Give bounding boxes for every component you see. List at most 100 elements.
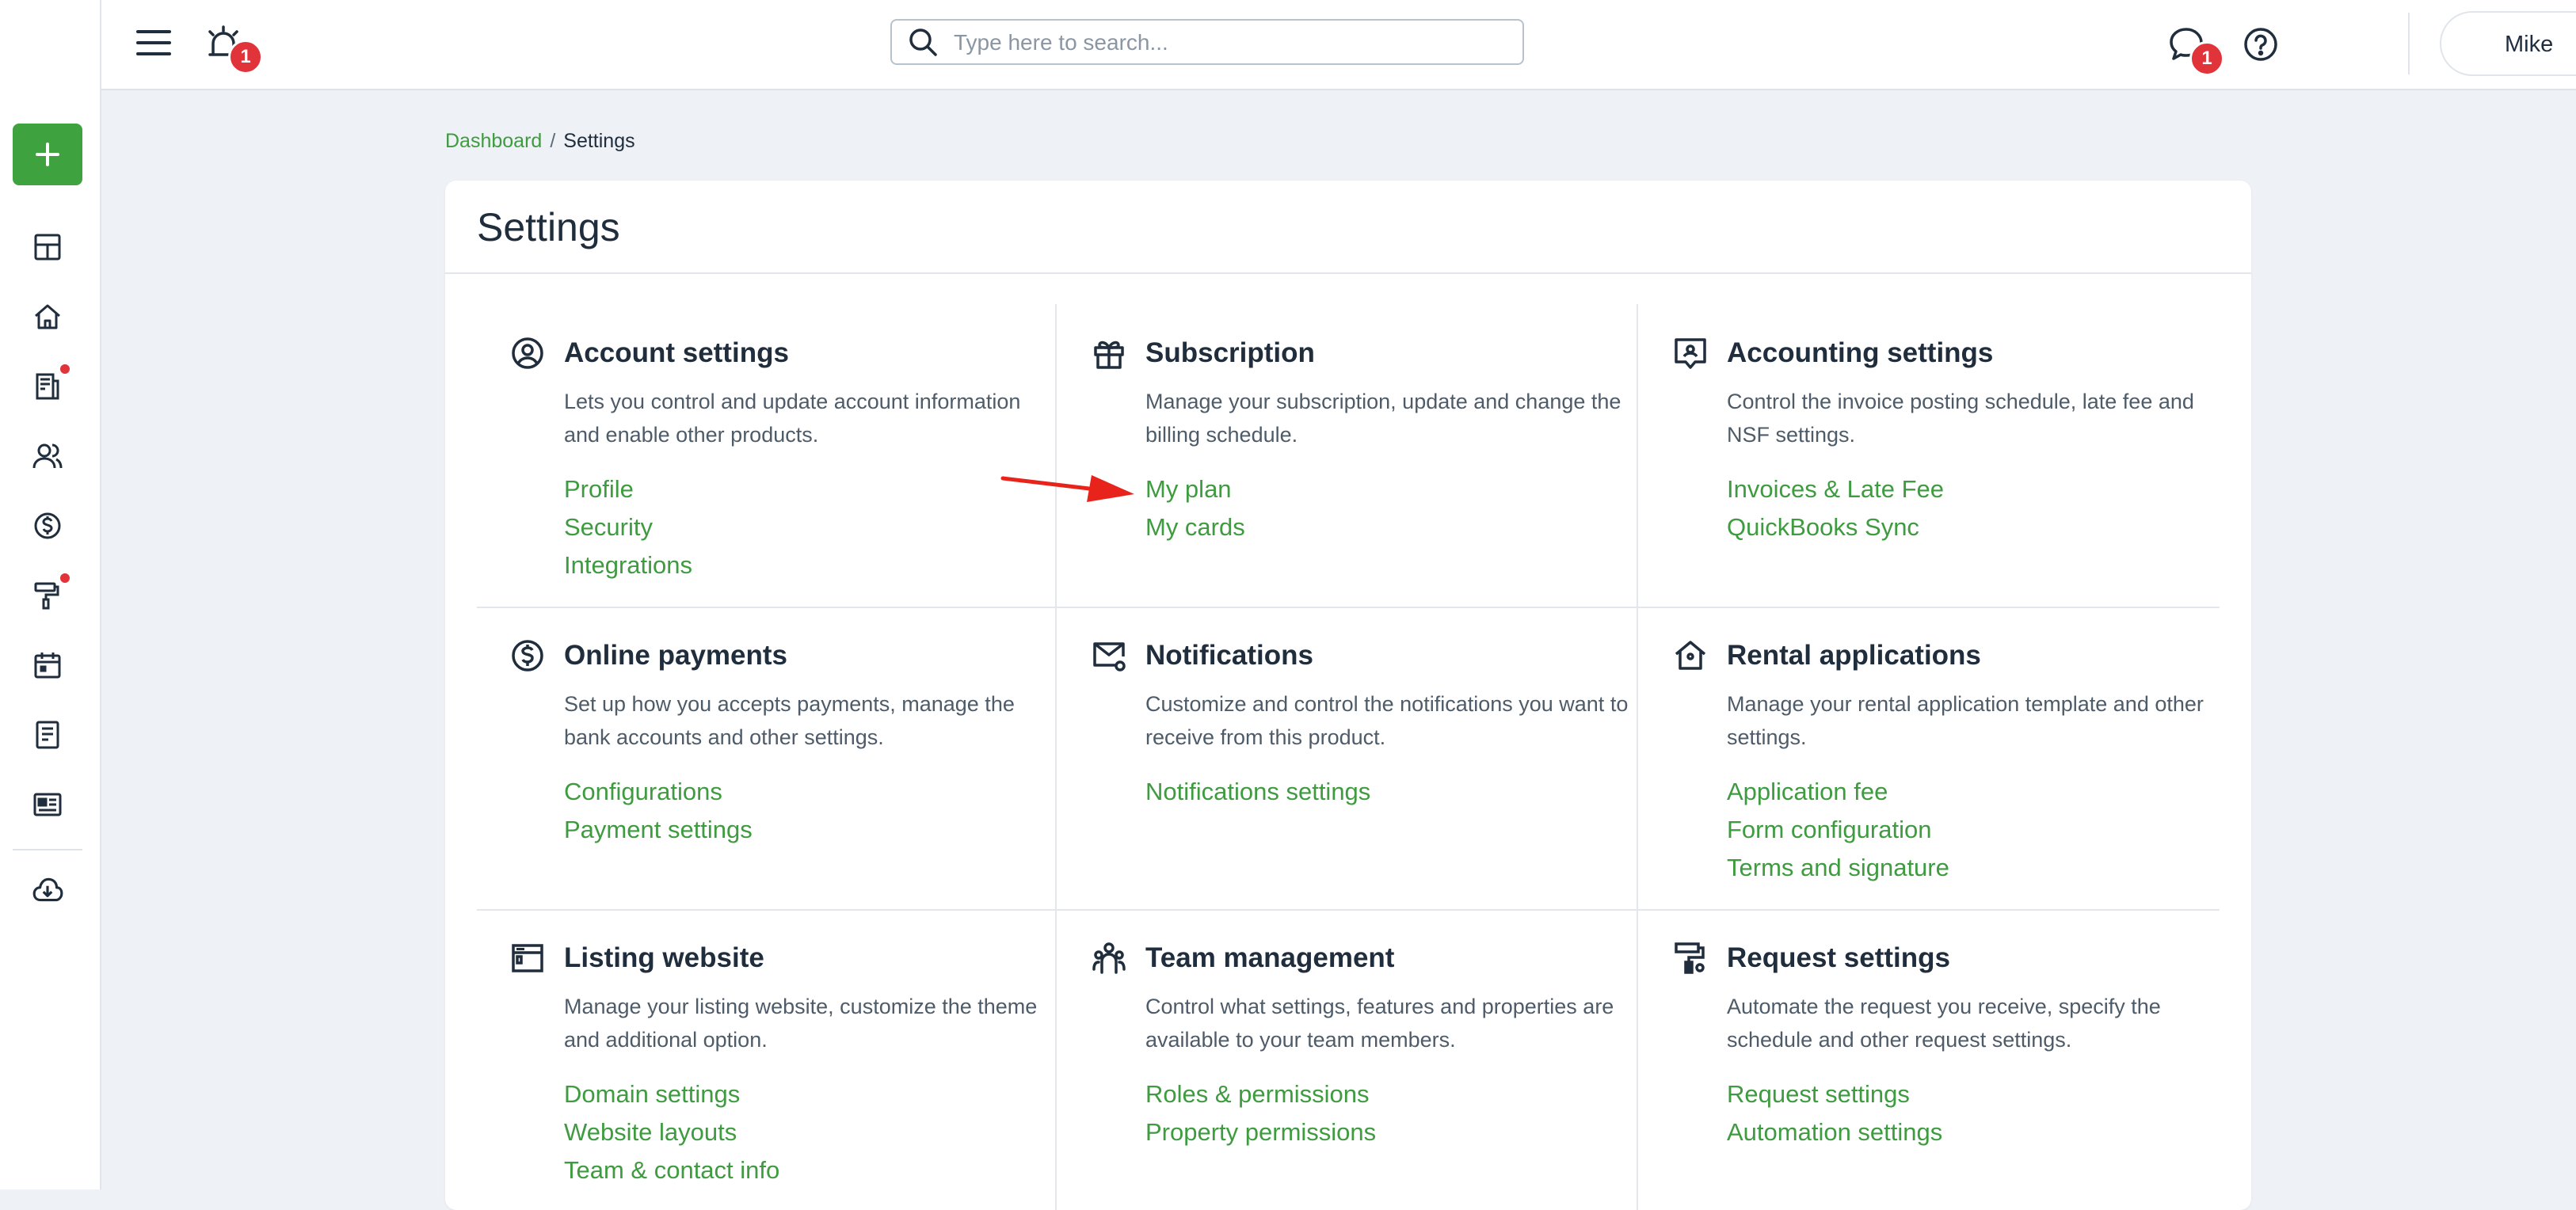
section-title: Notifications [1145,640,1313,671]
accounting-tag-icon [1675,338,1706,369]
domain-settings-link[interactable]: Domain settings [564,1075,779,1113]
section-title: Rental applications [1727,640,1981,671]
browser-window-icon [512,944,543,972]
terms-signature-link[interactable]: Terms and signature [1727,849,1949,887]
documents-notification-dot [60,364,70,374]
title-divider [445,272,2251,274]
nav-calendar[interactable] [24,646,71,684]
section-description: Control the invoice posting schedule, la… [1727,390,2194,447]
quickbooks-sync-link[interactable]: QuickBooks Sync [1727,508,1944,546]
calendar-icon [34,653,61,679]
application-fee-link[interactable]: Application fee [1727,773,1949,811]
section-description: Customize and control the notifications … [1145,692,1629,749]
top-bar: 1 1 Mike [101,0,2576,90]
my-plan-link[interactable]: My plan [1145,470,1245,508]
breadcrumb-separator: / [550,130,556,152]
section-description: Manage your rental application template … [1727,692,2204,749]
configurations-link[interactable]: Configurations [564,773,753,811]
paint-roller-icon [34,582,59,610]
breadcrumb-dashboard-link[interactable]: Dashboard [445,130,542,152]
section-title: Account settings [564,337,789,368]
breadcrumb-current: Settings [563,130,635,152]
invoices-late-fee-link[interactable]: Invoices & Late Fee [1727,470,1944,508]
section-description: Control what settings, features and prop… [1145,995,1614,1052]
help-circle-icon [2244,28,2277,61]
people-icon [32,443,63,469]
help-button[interactable] [2240,24,2281,65]
requests-notification-dot [60,573,70,583]
nav-people[interactable] [24,437,71,475]
nav-payments[interactable] [24,507,71,545]
sidebar-divider [13,849,82,850]
dollar-icon [34,512,61,539]
integrations-link[interactable]: Integrations [564,546,692,584]
nav-home[interactable] [24,298,71,336]
section-description: Manage your subscription, update and cha… [1145,390,1621,447]
section-description: Manage your listing website, customize t… [564,995,1038,1052]
page-title: Settings [477,205,620,249]
home-icon [35,304,60,329]
alerts-button[interactable]: 1 [203,22,263,74]
notes-icon [36,721,59,749]
nav-documents[interactable] [24,364,71,405]
house-icon [1675,641,1706,670]
alerts-badge: 1 [228,40,263,74]
mail-settings-icon [1093,642,1126,672]
nav-notes[interactable] [24,716,71,754]
dashboard-icon [34,234,61,261]
payment-settings-link[interactable]: Payment settings [564,811,753,849]
notifications-settings-link[interactable]: Notifications settings [1145,773,1370,811]
row-divider [477,909,2220,911]
annotation-arrow [1000,475,1134,502]
nav-listings[interactable] [24,786,71,824]
sidebar [0,0,101,1189]
nav-dashboard[interactable] [24,228,71,266]
row-divider [477,607,2220,608]
settings-card: Settings Account settings Lets you contr… [445,181,2251,1210]
section-description: Automate the request you receive, specif… [1727,995,2161,1052]
messages-badge: 1 [2189,41,2224,76]
user-circle-icon [512,337,543,369]
paint-roller-icon [1675,942,1705,974]
messages-button[interactable]: 1 [2166,24,2224,76]
roles-permissions-link[interactable]: Roles & permissions [1145,1075,1376,1113]
menu-toggle-button[interactable] [133,22,174,63]
column-divider [1637,304,1638,1210]
gift-icon [1094,341,1124,369]
automation-settings-link[interactable]: Automation settings [1727,1113,1942,1151]
header-divider [2408,13,2410,74]
team-contact-info-link[interactable]: Team & contact info [564,1151,779,1189]
user-menu-button[interactable]: Mike [2440,11,2576,76]
profile-link[interactable]: Profile [564,470,692,508]
team-icon [1092,942,1126,974]
search-input[interactable] [952,21,1510,65]
website-layouts-link[interactable]: Website layouts [564,1113,779,1151]
nav-requests[interactable] [24,573,71,615]
section-title: Team management [1145,942,1395,973]
cloud-download-icon [32,877,63,902]
document-icon [36,373,59,400]
section-description: Lets you control and update account info… [564,390,1021,447]
property-permissions-link[interactable]: Property permissions [1145,1113,1376,1151]
section-title: Online payments [564,640,788,671]
section-title: Subscription [1145,337,1315,368]
user-name: Mike [2505,32,2554,57]
form-configuration-link[interactable]: Form configuration [1727,811,1949,849]
nav-download[interactable] [24,871,71,909]
column-divider [1055,304,1057,1210]
dollar-circle-icon [512,640,543,672]
search-box[interactable] [890,19,1524,65]
security-link[interactable]: Security [564,508,692,546]
section-title: Accounting settings [1727,337,1994,368]
search-icon [909,29,937,56]
hamburger-menu-icon [136,30,171,55]
breadcrumb: Dashboard / Settings [445,130,635,153]
request-settings-link[interactable]: Request settings [1727,1075,1942,1113]
section-title: Listing website [564,942,764,973]
section-title: Request settings [1727,942,1950,973]
plus-icon [36,143,59,166]
id-card-icon [33,793,62,816]
my-cards-link[interactable]: My cards [1145,508,1245,546]
section-description: Set up how you accepts payments, manage … [564,692,1015,749]
create-button[interactable] [13,124,82,185]
